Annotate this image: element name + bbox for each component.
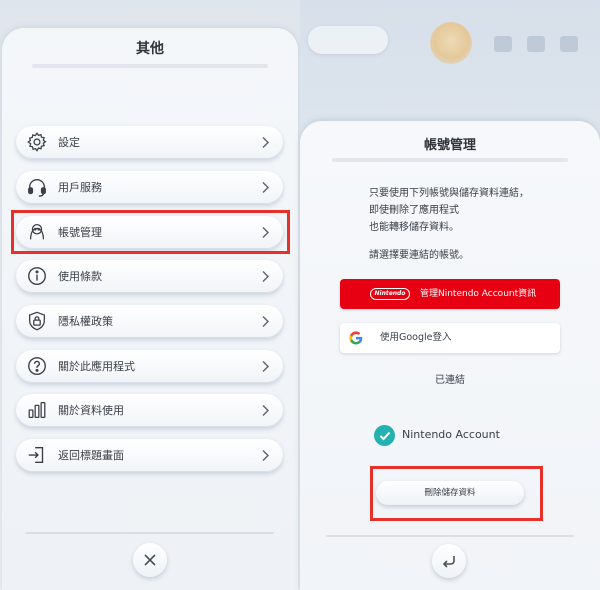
chevron-right-icon [262, 182, 269, 193]
menu-item-label: 帳號管理 [58, 226, 102, 239]
background-toolbar [308, 26, 388, 54]
panel-title: 帳號管理 [423, 138, 476, 153]
background-avatar [430, 22, 472, 64]
info-icon [26, 265, 48, 287]
chevron-right-icon [262, 405, 269, 416]
menu-item-customer-service[interactable]: 用戶服務 [16, 171, 283, 204]
linked-section-header: 已連結 [435, 375, 465, 386]
menu-item-label: 設定 [58, 136, 80, 149]
prompt-text: 請選擇要連結的帳號。 [369, 250, 469, 261]
account-icon [26, 221, 48, 243]
gear-icon [26, 131, 48, 153]
menu-item-terms-of-use[interactable]: 使用條款 [16, 260, 283, 293]
menu-item-label: 使用條款 [58, 270, 102, 283]
header-divider [32, 64, 268, 68]
chevron-right-icon [262, 271, 269, 282]
menu-item-return-to-title[interactable]: 返回標題畫面 [16, 439, 283, 472]
button-label: 使用Google登入 [380, 332, 452, 343]
menu-item-label: 用戶服務 [58, 181, 102, 194]
button-label: 管理Nintendo Account資訊 [420, 289, 537, 299]
bar-chart-icon [26, 399, 48, 421]
menu-item-data-usage[interactable]: 關於資料使用 [16, 394, 283, 427]
footer-divider [26, 532, 274, 534]
menu-item-privacy-policy[interactable]: 隱私權政策 [16, 305, 283, 338]
delete-save-data-button[interactable]: 刪除儲存資料 [376, 481, 524, 505]
description-line: 即使刪除了應用程式 [369, 205, 459, 216]
background-icon [527, 36, 545, 52]
menu-item-account-management[interactable]: 帳號管理 [16, 216, 283, 249]
chevron-right-icon [262, 450, 269, 461]
linked-account-label: Nintendo Account [402, 428, 500, 441]
close-button[interactable] [133, 543, 167, 577]
headset-icon [26, 176, 48, 198]
manage-nintendo-account-button[interactable]: Nintendo 管理Nintendo Account資訊 [340, 279, 560, 309]
question-icon [26, 355, 48, 377]
description-line: 也能轉移儲存資料。 [369, 222, 459, 233]
panel-title: 其他 [136, 41, 164, 57]
google-icon [349, 331, 363, 345]
menu-item-settings[interactable]: 設定 [16, 126, 283, 159]
check-icon [374, 425, 395, 446]
exit-icon [26, 444, 48, 466]
chevron-right-icon [262, 137, 269, 148]
google-sign-in-button[interactable]: 使用Google登入 [340, 323, 560, 353]
back-button[interactable] [432, 544, 466, 578]
background-icon [494, 36, 512, 52]
nintendo-logo: Nintendo [370, 288, 410, 300]
chevron-right-icon [262, 361, 269, 372]
footer-divider [326, 535, 574, 537]
menu-item-label: 關於此應用程式 [58, 360, 135, 373]
menu-item-about-app[interactable]: 關於此應用程式 [16, 350, 283, 383]
background-icon [560, 36, 578, 52]
chevron-right-icon [262, 316, 269, 327]
close-icon [144, 554, 156, 566]
menu-item-label: 返回標題畫面 [58, 449, 124, 462]
menu-item-label: 關於資料使用 [58, 404, 124, 417]
menu-item-label: 隱私權政策 [58, 315, 113, 328]
description-line: 只要使用下列帳號與儲存資料連結， [369, 188, 529, 199]
shield-lock-icon [26, 310, 48, 332]
header-divider [332, 158, 568, 162]
back-icon [442, 556, 455, 568]
chevron-right-icon [262, 227, 269, 238]
